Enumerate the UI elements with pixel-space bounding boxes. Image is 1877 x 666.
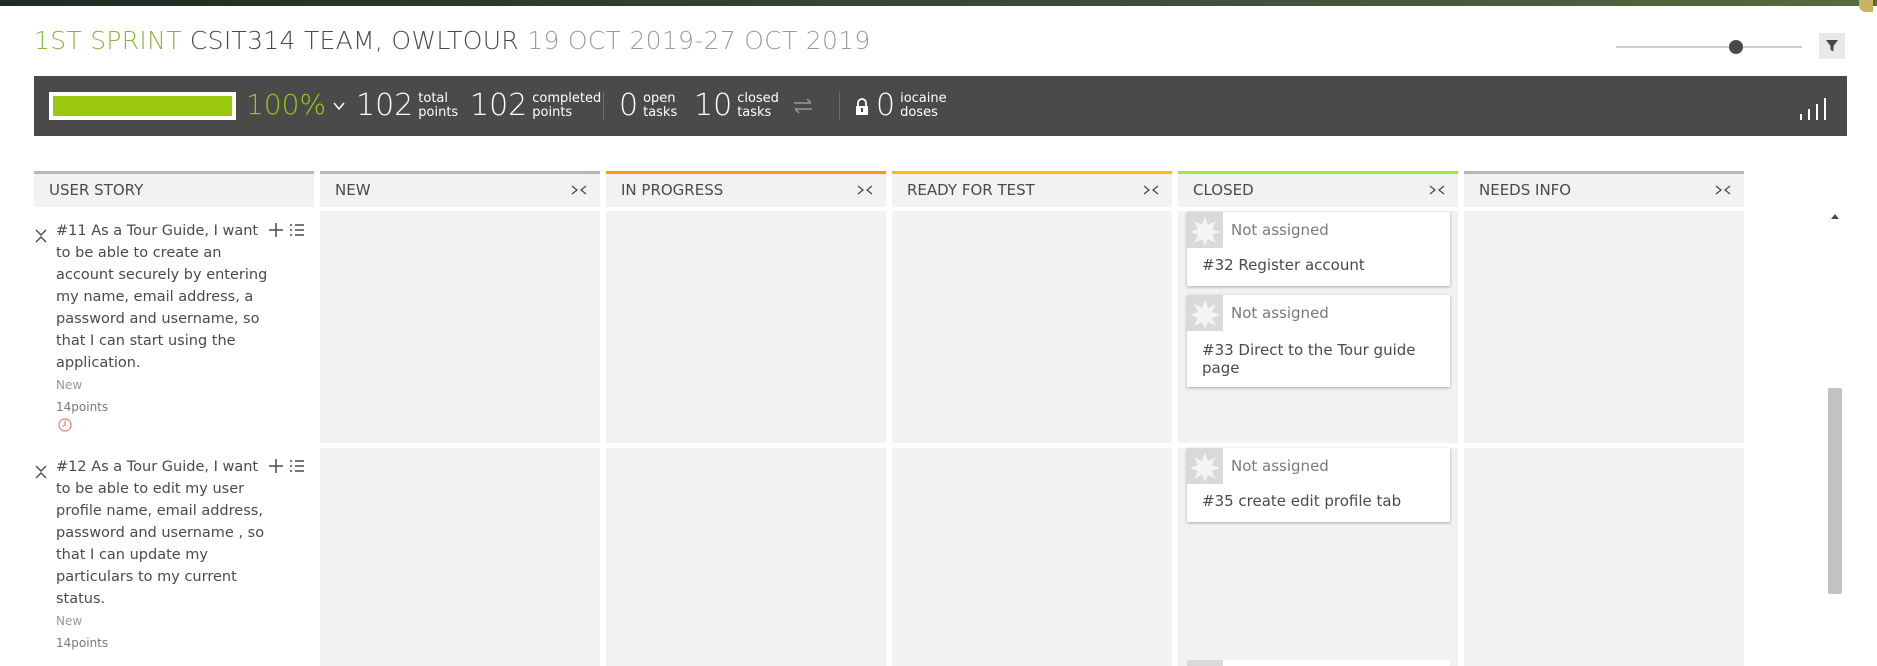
signal-bars-icon[interactable]: [1799, 96, 1833, 120]
page-title: 1ST SPRINT CSIT314 TEAM, OWLTOUR 19 OCT …: [34, 26, 871, 55]
avatar-icon: [1190, 300, 1220, 329]
cell-needs-info[interactable]: [1464, 211, 1744, 443]
task-title[interactable]: #32 Register account: [1202, 256, 1442, 274]
task-card[interactable]: Not assigned #32 Register account: [1187, 212, 1450, 286]
column-header-label: NEW: [335, 181, 371, 199]
add-icon[interactable]: [268, 458, 284, 474]
swap-icon[interactable]: [792, 96, 814, 116]
progress-percent: 100%: [246, 88, 327, 121]
column-header-new: NEW: [320, 171, 600, 207]
open-tasks-value: 0: [619, 88, 639, 123]
task-card[interactable]: Not assigned #33 Direct to the Tour guid…: [1187, 295, 1450, 387]
column-header-label: NEEDS INFO: [1479, 181, 1572, 199]
lock-icon: [856, 98, 868, 115]
open-tasks-label: open: [643, 91, 676, 106]
column-header-ready-for-test: READY FOR TEST: [892, 171, 1172, 207]
fold-icon[interactable]: [1428, 183, 1446, 197]
list-icon[interactable]: [289, 222, 305, 238]
completed-points-unit: points: [532, 105, 573, 120]
divider: [839, 92, 840, 120]
scrollbar-thumb[interactable]: [1828, 388, 1842, 594]
cell-in-progress[interactable]: [606, 211, 886, 443]
avatar-icon: [1190, 217, 1220, 246]
project-name: CSIT314 TEAM, OWLTOUR: [189, 26, 519, 55]
iocaine-unit: doses: [900, 105, 938, 120]
fold-icon[interactable]: [856, 183, 874, 197]
cell-ready-for-test[interactable]: [892, 211, 1172, 443]
cell-in-progress[interactable]: [606, 448, 886, 666]
task-title[interactable]: #33 Direct to the Tour guide page: [1202, 341, 1442, 377]
avatar: [1187, 660, 1223, 666]
taskboard-page: 1ST SPRINT CSIT314 TEAM, OWLTOUR 19 OCT …: [0, 0, 1877, 666]
task-assignee[interactable]: Not assigned: [1231, 304, 1329, 322]
total-points-value: 102: [356, 88, 414, 123]
iocaine-value: 0: [876, 88, 896, 123]
progress-bar: [49, 92, 236, 120]
fold-icon[interactable]: [1714, 183, 1732, 197]
avatar: [1187, 295, 1223, 331]
collapse-icon[interactable]: [34, 228, 48, 244]
sprint-summary-bar: 100% 102 total points 102 completed points…: [34, 76, 1847, 136]
collapse-icon[interactable]: [34, 464, 48, 480]
cell-new[interactable]: [320, 211, 600, 443]
user-story-row: #11 As a Tour Guide, I want to be able t…: [34, 220, 314, 440]
clock-icon: [58, 418, 72, 432]
zoom-slider-handle[interactable]: [1729, 40, 1743, 54]
closed-tasks-label: closed: [737, 91, 779, 106]
user-story-points: 14points: [56, 400, 109, 414]
total-points-label: total: [418, 91, 448, 106]
fold-icon[interactable]: [1142, 183, 1160, 197]
cell-needs-info[interactable]: [1464, 448, 1744, 666]
task-card[interactable]: Not assigned #35 create edit profile tab: [1187, 448, 1450, 522]
fold-icon[interactable]: [570, 183, 588, 197]
total-points-unit: points: [418, 105, 459, 120]
column-header-in-progress: IN PROGRESS: [606, 171, 886, 207]
cell-new[interactable]: [320, 448, 600, 666]
scroll-up-icon[interactable]: [1829, 211, 1841, 223]
total-points-stat: 102 total points: [356, 86, 458, 126]
open-tasks-stat: 0 open tasks: [619, 86, 677, 126]
user-story-status[interactable]: New: [56, 614, 82, 628]
task-assignee[interactable]: Not assigned: [1231, 221, 1329, 239]
completed-points-label: completed: [532, 91, 602, 106]
user-story-text[interactable]: #11 As a Tour Guide, I want to be able t…: [56, 220, 268, 374]
user-story-row: #12 As a Tour Guide, I want to be able t…: [34, 456, 314, 666]
column-header-needs-info: NEEDS INFO: [1464, 171, 1744, 207]
sprint-dates: 19 OCT 2019-27 OCT 2019: [527, 26, 871, 55]
column-header-closed: CLOSED: [1178, 171, 1458, 207]
task-card[interactable]: [1187, 660, 1450, 666]
closed-tasks-unit: tasks: [737, 105, 772, 120]
progress-bar-fill: [53, 96, 232, 116]
corner-badge: [1859, 0, 1873, 12]
closed-tasks-stat: 10 closed tasks: [694, 86, 779, 126]
zoom-slider-track[interactable]: [1616, 46, 1802, 48]
cell-ready-for-test[interactable]: [892, 448, 1172, 666]
iocaine-label: iocaine: [900, 91, 947, 106]
column-header-label: READY FOR TEST: [907, 181, 1035, 199]
avatar-icon: [1190, 453, 1220, 482]
avatar: [1187, 212, 1223, 248]
column-header-user-story: USER STORY: [34, 171, 314, 207]
task-title[interactable]: #35 create edit profile tab: [1202, 492, 1442, 510]
completed-points-stat: 102 completed points: [470, 86, 601, 126]
sprint-name: 1ST SPRINT: [34, 26, 182, 55]
column-header-label: IN PROGRESS: [621, 181, 724, 199]
column-header-label: USER STORY: [49, 181, 144, 199]
filter-button[interactable]: [1819, 33, 1845, 59]
filter-icon: [1826, 40, 1838, 52]
user-story-status[interactable]: New: [56, 378, 82, 392]
avatar: [1187, 448, 1223, 484]
task-assignee[interactable]: Not assigned: [1231, 457, 1329, 475]
user-story-text[interactable]: #12 As a Tour Guide, I want to be able t…: [56, 456, 268, 610]
completed-points-value: 102: [470, 88, 528, 123]
open-tasks-unit: tasks: [643, 105, 678, 120]
add-icon[interactable]: [268, 222, 284, 238]
user-story-points: 14points: [56, 636, 109, 650]
iocaine-stat: 0 iocaine doses: [876, 86, 947, 126]
divider: [603, 92, 604, 120]
closed-tasks-value: 10: [694, 88, 733, 123]
column-header-label: CLOSED: [1193, 181, 1254, 199]
chevron-down-icon[interactable]: [332, 99, 346, 113]
list-icon[interactable]: [289, 458, 305, 474]
